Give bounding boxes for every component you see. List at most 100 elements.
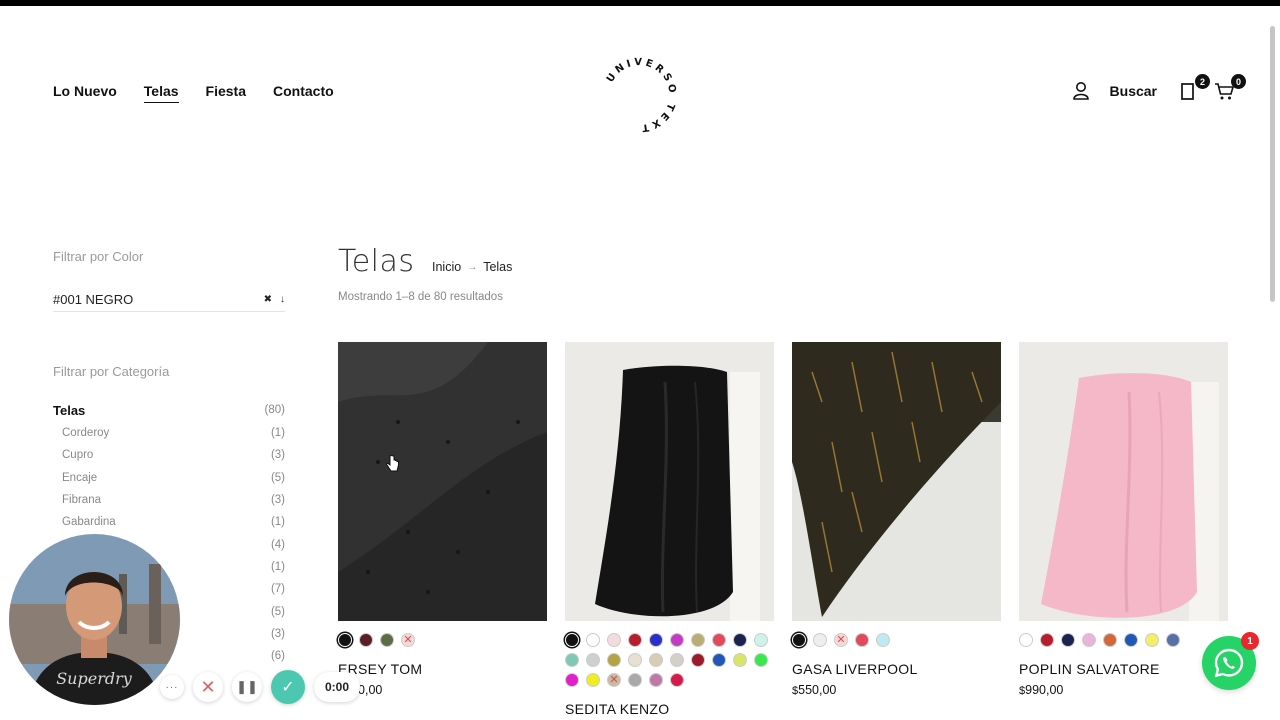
- category-item[interactable]: Cupro (3): [53, 444, 285, 466]
- category-count: (1): [270, 427, 285, 440]
- color-swatch[interactable]: [359, 633, 373, 647]
- color-swatch[interactable]: [565, 653, 579, 667]
- color-swatch[interactable]: [649, 673, 663, 687]
- main-nav: Lo Nuevo Telas Fiesta Contacto: [53, 83, 334, 103]
- nav-telas[interactable]: Telas: [143, 83, 179, 103]
- product-name[interactable]: SEDITA KENZO: [565, 701, 774, 717]
- color-filter-value: #001 NEGRO: [53, 292, 134, 307]
- color-swatch[interactable]: [1124, 633, 1138, 647]
- color-swatch[interactable]: [670, 653, 684, 667]
- fabric-pink-drape-image: [1019, 342, 1228, 621]
- dropdown-arrow-icon[interactable]: ↓: [280, 294, 285, 305]
- wishlist-count-badge: 2: [1195, 74, 1210, 89]
- nav-fiesta[interactable]: Fiesta: [206, 83, 246, 99]
- color-swatch[interactable]: ✕: [401, 633, 415, 647]
- category-count: (80): [264, 404, 285, 416]
- product-card[interactable]: ✕ ERSEY TOM $550,00: [338, 342, 547, 720]
- breadcrumb-inicio[interactable]: Inicio: [432, 260, 461, 274]
- product-card[interactable]: ✕ SEDITA KENZO: [565, 342, 774, 720]
- unavailable-cross-icon: ✕: [403, 633, 413, 646]
- breadcrumb: Inicio → Telas: [432, 260, 512, 274]
- pause-recording-button[interactable]: ❚❚: [232, 672, 262, 702]
- color-swatch[interactable]: [691, 653, 705, 667]
- color-swatch[interactable]: [1082, 633, 1096, 647]
- category-item[interactable]: Corderoy (1): [53, 422, 285, 444]
- product-image-sedita[interactable]: [565, 342, 774, 621]
- color-swatch[interactable]: [1145, 633, 1159, 647]
- color-swatch[interactable]: ✕: [607, 673, 621, 687]
- more-options-button[interactable]: ···: [160, 675, 184, 699]
- color-swatch[interactable]: [586, 633, 600, 647]
- color-swatch[interactable]: [813, 633, 827, 647]
- color-filter-select[interactable]: #001 NEGRO ✖ ↓: [53, 288, 285, 312]
- category-item-telas[interactable]: Telas (80): [53, 398, 285, 422]
- product-image-jersey[interactable]: [338, 342, 547, 621]
- color-swatch[interactable]: [712, 653, 726, 667]
- site-logo[interactable]: UNIVERSO TEXTIL: [598, 53, 682, 137]
- wishlist-button[interactable]: 2: [1178, 74, 1210, 102]
- page-scrollbar[interactable]: [1270, 26, 1275, 302]
- color-swatches: ✕: [792, 633, 1001, 647]
- color-swatch[interactable]: [792, 633, 806, 647]
- webcam-overlay[interactable]: Superdry: [9, 534, 180, 705]
- product-name[interactable]: ERSEY TOM: [338, 661, 547, 677]
- product-image-poplin[interactable]: [1019, 342, 1228, 621]
- category-item[interactable]: Encaje (5): [53, 467, 285, 489]
- color-swatch[interactable]: [1103, 633, 1117, 647]
- user-account-icon[interactable]: [1072, 80, 1090, 102]
- color-swatch[interactable]: [712, 633, 726, 647]
- product-name[interactable]: GASA LIVERPOOL: [792, 661, 1001, 677]
- color-swatch[interactable]: [607, 633, 621, 647]
- clear-filter-icon[interactable]: ✖: [264, 294, 272, 305]
- color-swatch[interactable]: [586, 653, 600, 667]
- color-swatch[interactable]: [565, 673, 579, 687]
- color-swatch[interactable]: [1061, 633, 1075, 647]
- category-count: (5): [270, 471, 285, 484]
- color-swatch[interactable]: [628, 653, 642, 667]
- color-swatch[interactable]: [586, 673, 600, 687]
- color-swatch[interactable]: [649, 633, 663, 647]
- color-swatch[interactable]: [1166, 633, 1180, 647]
- color-swatch[interactable]: [876, 633, 890, 647]
- nav-lo-nuevo[interactable]: Lo Nuevo: [53, 83, 117, 99]
- color-swatch[interactable]: [754, 653, 768, 667]
- color-swatch[interactable]: [380, 633, 394, 647]
- recording-toolbar: ··· ✕ ❚❚ ✓ 0:00: [160, 670, 361, 704]
- cancel-recording-button[interactable]: ✕: [193, 672, 223, 702]
- color-swatches: [1019, 633, 1228, 647]
- color-swatch[interactable]: [1040, 633, 1054, 647]
- product-image-gasa[interactable]: [792, 342, 1001, 621]
- color-swatch[interactable]: [338, 633, 352, 647]
- logo-text: UNIVERSO TEXTIL: [598, 53, 675, 133]
- color-swatch[interactable]: [607, 653, 621, 667]
- color-swatch[interactable]: [670, 633, 684, 647]
- category-item[interactable]: Gabardina (1): [53, 511, 285, 533]
- color-swatch[interactable]: ✕: [834, 633, 848, 647]
- color-swatch[interactable]: [754, 633, 768, 647]
- finish-recording-button[interactable]: ✓: [271, 670, 305, 704]
- color-swatches: ✕: [565, 633, 774, 687]
- color-swatch[interactable]: [565, 633, 579, 647]
- color-filter-label: Filtrar por Color: [53, 249, 144, 264]
- color-swatch[interactable]: [691, 633, 705, 647]
- category-name: Encaje: [62, 471, 98, 484]
- cart-count-badge: 0: [1231, 74, 1246, 89]
- color-swatch[interactable]: [628, 673, 642, 687]
- color-swatch[interactable]: [649, 653, 663, 667]
- color-swatch[interactable]: [670, 673, 684, 687]
- color-swatch[interactable]: [628, 633, 642, 647]
- color-swatch[interactable]: [733, 653, 747, 667]
- search-link[interactable]: Buscar: [1110, 83, 1157, 99]
- unavailable-cross-icon: ✕: [609, 673, 619, 686]
- cart-button[interactable]: 0: [1214, 74, 1246, 102]
- product-grid: ✕ ERSEY TOM $550,00 ✕ SEDITA KENZO: [338, 342, 1228, 720]
- category-item[interactable]: Fibrana (3): [53, 489, 285, 511]
- color-swatch[interactable]: [855, 633, 869, 647]
- nav-contacto[interactable]: Contacto: [273, 83, 334, 99]
- color-swatch[interactable]: [1019, 633, 1033, 647]
- product-card[interactable]: POPLIN SALVATORE $990,00: [1019, 342, 1228, 720]
- product-card[interactable]: ✕ GASA LIVERPOOL $550,00: [792, 342, 1001, 720]
- color-swatch[interactable]: [733, 633, 747, 647]
- product-name[interactable]: POPLIN SALVATORE: [1019, 661, 1228, 677]
- product-price: $990,00: [1019, 683, 1064, 697]
